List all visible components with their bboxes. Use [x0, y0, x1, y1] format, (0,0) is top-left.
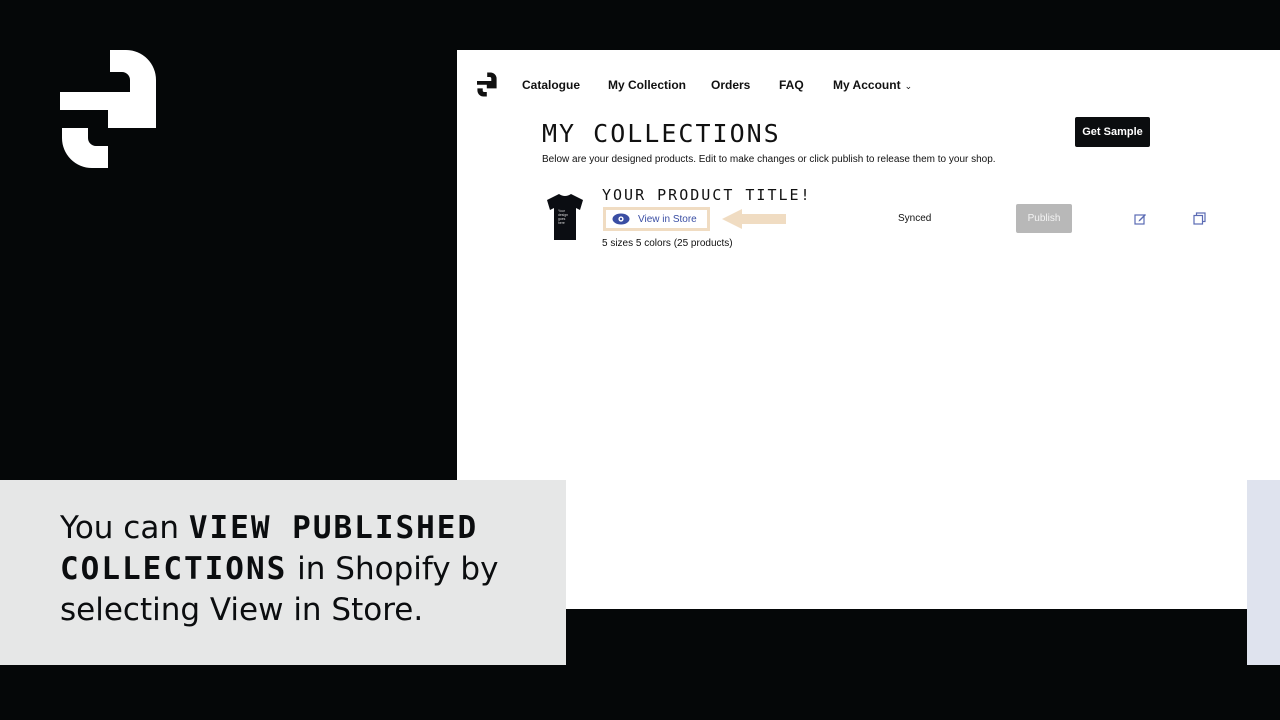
product-variants: 5 sizes 5 colors (25 products) — [602, 238, 733, 249]
caption-text: You can VIEW PUBLISHED COLLECTIONS in Sho… — [60, 508, 566, 631]
caption-part3: selecting View in Store. — [60, 592, 424, 628]
sync-status: Synced — [898, 213, 932, 224]
app-screenshot: Catalogue My Collection Orders FAQ My Ac… — [457, 50, 1280, 609]
copy-icon[interactable] — [1193, 212, 1206, 225]
edge-strip — [1247, 480, 1280, 665]
product-row: Your design goes here YOUR PRODUCT TITLE… — [457, 180, 1280, 260]
nav-item-my-account[interactable]: My Account ⌄ — [833, 78, 912, 92]
caption-box: You can VIEW PUBLISHED COLLECTIONS in Sho… — [0, 480, 566, 665]
get-sample-button[interactable]: Get Sample — [1075, 117, 1150, 147]
nav-item-my-collection[interactable]: My Collection — [608, 78, 686, 92]
edit-icon[interactable] — [1134, 212, 1147, 225]
caption-part1: You can — [60, 510, 189, 546]
product-title: YOUR PRODUCT TITLE! — [602, 186, 812, 204]
publish-button[interactable]: Publish — [1016, 204, 1072, 233]
nav-logo-icon[interactable] — [477, 72, 497, 97]
caption-highlight-1: VIEW PUBLISHED — [188, 510, 479, 546]
caption-highlight-2: COLLECTIONS — [60, 551, 288, 587]
view-in-store-label: View in Store — [638, 213, 697, 225]
nav-item-faq[interactable]: FAQ — [779, 78, 804, 92]
view-in-store-link[interactable]: View in Store — [603, 207, 710, 231]
brand-logo-icon — [60, 50, 156, 168]
shirt-print-line: here — [558, 221, 565, 225]
nav-item-catalogue[interactable]: Catalogue — [522, 78, 580, 92]
nav-item-my-account-label: My Account — [833, 78, 901, 92]
arrow-left-icon — [722, 209, 786, 229]
tshirt-icon[interactable]: Your design goes here — [545, 192, 585, 242]
top-navigation: Catalogue My Collection Orders FAQ My Ac… — [457, 50, 1280, 120]
chevron-down-icon: ⌄ — [904, 81, 913, 91]
page-subtitle: Below are your designed products. Edit t… — [542, 154, 996, 165]
nav-item-orders[interactable]: Orders — [711, 78, 750, 92]
page-title: MY COLLECTIONS — [542, 119, 781, 148]
caption-part2: in Shopify by — [287, 551, 499, 587]
eye-icon — [612, 213, 630, 225]
